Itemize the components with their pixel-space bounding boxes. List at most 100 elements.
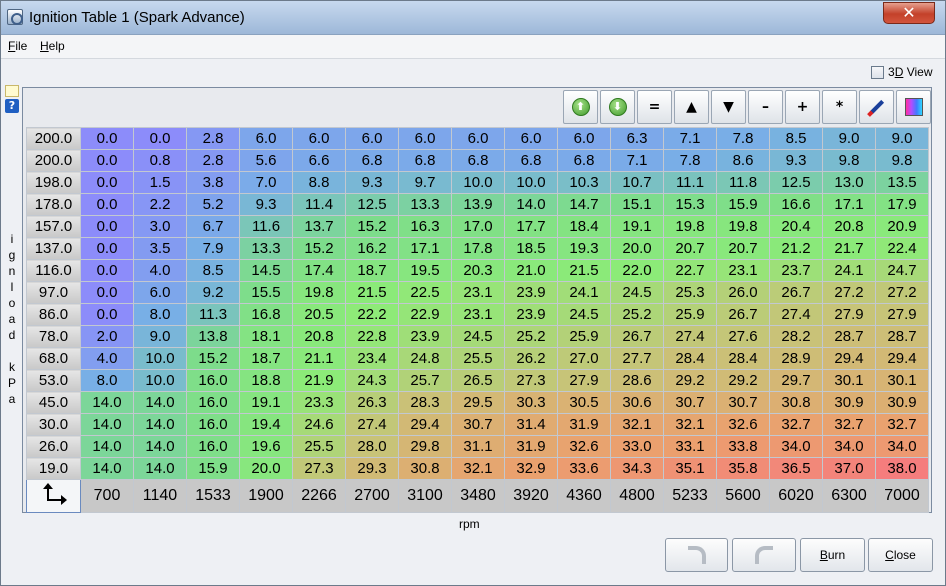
table-cell[interactable]: 29.7 — [769, 369, 823, 392]
table-cell[interactable]: 16.8 — [239, 303, 293, 326]
increment-button[interactable]: ▲ — [674, 90, 709, 124]
table-cell[interactable]: 27.6 — [716, 325, 770, 348]
table-cell[interactable]: 34.0 — [769, 435, 823, 458]
table-cell[interactable]: 23.9 — [504, 281, 558, 304]
table-cell[interactable]: 5.2 — [186, 193, 240, 216]
table-cell[interactable]: 5.6 — [239, 149, 293, 172]
table-cell[interactable]: 33.0 — [610, 435, 664, 458]
x-axis-cell[interactable]: 5233 — [663, 479, 717, 513]
table-cell[interactable]: 27.2 — [875, 281, 929, 304]
x-axis-cell[interactable]: 3100 — [398, 479, 452, 513]
table-cell[interactable]: 15.1 — [610, 193, 664, 216]
table-cell[interactable]: 24.3 — [345, 369, 399, 392]
table-cell[interactable]: 20.0 — [239, 457, 293, 480]
table-cell[interactable]: 27.7 — [610, 347, 664, 370]
table-cell[interactable]: 14.5 — [239, 259, 293, 282]
table-cell[interactable]: 14.7 — [557, 193, 611, 216]
table-cell[interactable]: 10.0 — [133, 347, 187, 370]
table-cell[interactable]: 30.9 — [875, 391, 929, 414]
add-button[interactable]: + — [785, 90, 820, 124]
table-cell[interactable]: 24.5 — [610, 281, 664, 304]
table-cell[interactable]: 19.4 — [239, 413, 293, 436]
table-cell[interactable]: 7.8 — [663, 149, 717, 172]
menu-file[interactable]: File — [8, 39, 27, 53]
table-cell[interactable]: 34.0 — [875, 435, 929, 458]
table-cell[interactable]: 17.4 — [292, 259, 346, 282]
table-cell[interactable]: 10.7 — [610, 171, 664, 194]
y-axis-cell[interactable]: 198.0 — [26, 171, 81, 194]
table-cell[interactable]: 38.0 — [875, 457, 929, 480]
table-cell[interactable]: 20.9 — [875, 215, 929, 238]
table-cell[interactable]: 6.7 — [186, 215, 240, 238]
table-cell[interactable]: 30.5 — [557, 391, 611, 414]
table-cell[interactable]: 0.8 — [133, 149, 187, 172]
x-axis-cell[interactable]: 2266 — [292, 479, 346, 513]
table-cell[interactable]: 18.1 — [239, 325, 293, 348]
table-cell[interactable]: 0.0 — [80, 259, 134, 282]
table-cell[interactable]: 13.5 — [875, 171, 929, 194]
table-cell[interactable]: 10.0 — [504, 171, 558, 194]
table-cell[interactable]: 8.8 — [292, 171, 346, 194]
table-cell[interactable]: 27.9 — [875, 303, 929, 326]
table-cell[interactable]: 18.4 — [557, 215, 611, 238]
table-cell[interactable]: 6.8 — [557, 149, 611, 172]
table-cell[interactable]: 9.0 — [875, 127, 929, 150]
burn-button[interactable]: Burn — [800, 538, 865, 572]
table-cell[interactable]: 29.5 — [451, 391, 505, 414]
table-cell[interactable]: 8.0 — [133, 303, 187, 326]
table-cell[interactable]: 6.8 — [504, 149, 558, 172]
table-cell[interactable]: 30.9 — [822, 391, 876, 414]
table-cell[interactable]: 15.3 — [663, 193, 717, 216]
table-cell[interactable]: 14.0 — [80, 435, 134, 458]
table-cell[interactable]: 32.7 — [875, 413, 929, 436]
table-cell[interactable]: 9.7 — [398, 171, 452, 194]
table-cell[interactable]: 9.8 — [822, 149, 876, 172]
table-cell[interactable]: 21.2 — [769, 237, 823, 260]
table-cell[interactable]: 25.5 — [451, 347, 505, 370]
table-cell[interactable]: 6.0 — [504, 127, 558, 150]
table-cell[interactable]: 0.0 — [80, 303, 134, 326]
table-cell[interactable]: 27.4 — [663, 325, 717, 348]
table-cell[interactable]: 26.7 — [716, 303, 770, 326]
table-cell[interactable]: 0.0 — [80, 281, 134, 304]
table-cell[interactable]: 28.2 — [769, 325, 823, 348]
3d-view-toggle[interactable]: 3D View — [871, 64, 933, 80]
table-cell[interactable]: 20.8 — [822, 215, 876, 238]
table-cell[interactable]: 8.0 — [80, 369, 134, 392]
table-cell[interactable]: 30.1 — [822, 369, 876, 392]
table-cell[interactable]: 4.0 — [133, 259, 187, 282]
table-cell[interactable]: 6.8 — [345, 149, 399, 172]
table-cell[interactable]: 26.5 — [451, 369, 505, 392]
table-cell[interactable]: 14.0 — [80, 391, 134, 414]
interpolate-button[interactable] — [859, 90, 894, 124]
close-button[interactable]: Close — [868, 538, 933, 572]
table-cell[interactable]: 6.8 — [398, 149, 452, 172]
table-cell[interactable]: 31.1 — [451, 435, 505, 458]
table-cell[interactable]: 21.0 — [504, 259, 558, 282]
table-cell[interactable]: 13.9 — [451, 193, 505, 216]
table-cell[interactable]: 0.0 — [80, 171, 134, 194]
table-cell[interactable]: 15.2 — [345, 215, 399, 238]
table-cell[interactable]: 17.0 — [451, 215, 505, 238]
x-axis-cell[interactable]: 4360 — [557, 479, 611, 513]
set-equal-button[interactable]: = — [637, 90, 672, 124]
table-cell[interactable]: 6.3 — [610, 127, 664, 150]
table-cell[interactable]: 19.8 — [663, 215, 717, 238]
table-cell[interactable]: 24.5 — [451, 325, 505, 348]
table-cell[interactable]: 16.0 — [186, 391, 240, 414]
table-cell[interactable]: 28.7 — [822, 325, 876, 348]
table-cell[interactable]: 0.0 — [80, 215, 134, 238]
table-cell[interactable]: 13.3 — [239, 237, 293, 260]
table-cell[interactable]: 29.8 — [398, 435, 452, 458]
table-cell[interactable]: 13.7 — [292, 215, 346, 238]
table-cell[interactable]: 22.7 — [663, 259, 717, 282]
table-cell[interactable]: 27.9 — [822, 303, 876, 326]
table-cell[interactable]: 7.9 — [186, 237, 240, 260]
table-cell[interactable]: 6.0 — [292, 127, 346, 150]
table-cell[interactable]: 21.5 — [557, 259, 611, 282]
table-cell[interactable]: 31.9 — [504, 435, 558, 458]
table-cell[interactable]: 20.0 — [610, 237, 664, 260]
table-cell[interactable]: 23.9 — [398, 325, 452, 348]
table-cell[interactable]: 32.6 — [557, 435, 611, 458]
title-bar[interactable]: Ignition Table 1 (Spark Advance) ✕ — [1, 1, 945, 35]
